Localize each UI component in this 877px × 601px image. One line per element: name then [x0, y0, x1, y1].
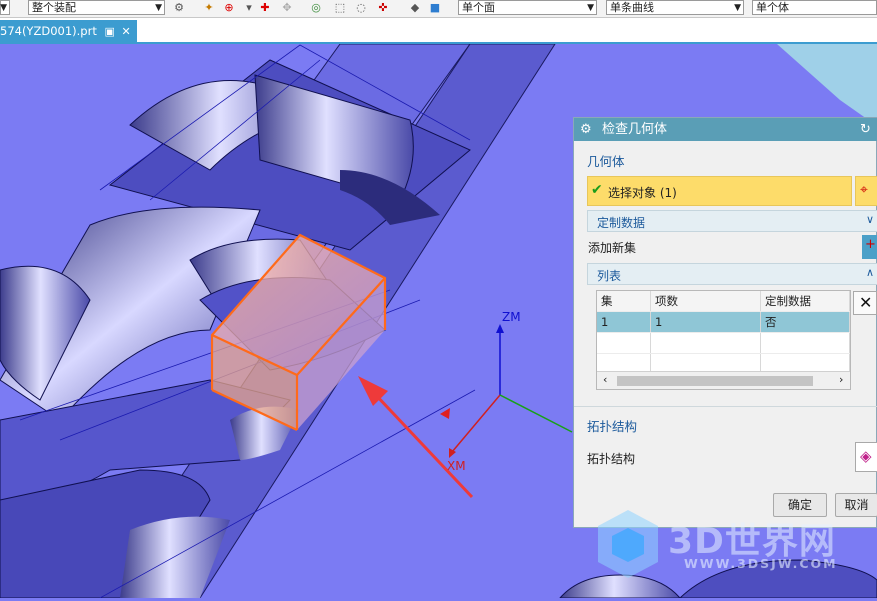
filter-icon[interactable]: ⚙	[172, 1, 186, 14]
gear-icon: ⚙	[580, 122, 592, 137]
topology-check-button[interactable]: ◈	[855, 442, 877, 472]
table-header-row: 集 项数 定制数据	[597, 291, 850, 312]
point-dialog-icon[interactable]: ⊕	[222, 1, 236, 14]
topology-mesh-icon: ◈	[860, 447, 872, 465]
add-set-icon: +	[865, 237, 876, 252]
col-header-count: 项数	[650, 291, 761, 312]
remove-set-button[interactable]: ✕	[853, 291, 877, 315]
list-section-label: 列表	[597, 269, 622, 283]
annotation-arrow	[358, 376, 474, 499]
selection-toolbar: ▼ 整个装配 ▼ ⚙ ✦ ⊕ ▾ ✚ ✥ ◎ ⬚ ◌ ✜ ◆ ■ 单个面 ▼ 单条曲…	[0, 0, 877, 18]
end-point-icon[interactable]: ✚	[258, 1, 272, 14]
table-row-empty	[597, 332, 850, 354]
select-object-label: 选择对象 (1)	[608, 186, 677, 200]
chevron-down-icon: ▼	[587, 3, 594, 13]
chevron-down-icon: ∨	[866, 213, 875, 226]
table-row[interactable]: 1 1 否	[597, 311, 850, 333]
chevron-down-icon: ▼	[734, 3, 741, 13]
coordinate-triad	[449, 324, 573, 458]
document-tab-label: 574(YZD001).prt	[0, 24, 97, 38]
set-list-table[interactable]: 集 项数 定制数据 1 1 否 ‹ ›	[596, 290, 851, 390]
mid-point-icon[interactable]: ✥	[280, 1, 294, 14]
topology-section-header[interactable]: 拓扑结构	[587, 416, 637, 435]
snap-point-icon[interactable]: ✦	[202, 1, 216, 14]
lasso-select-icon[interactable]: ◌	[354, 1, 368, 14]
crosshair-select-button[interactable]: ⌖	[855, 176, 877, 206]
cube-logo-icon	[598, 510, 658, 578]
chevron-down-icon: ▼	[155, 3, 162, 13]
add-new-set-label: 添加新集	[588, 241, 637, 255]
scroll-right-icon[interactable]: ›	[839, 373, 843, 386]
select-object-row[interactable]: ✔ 选择对象 (1)	[587, 176, 852, 206]
red-marker	[440, 408, 450, 419]
close-icon: ✕	[859, 293, 873, 312]
body-rule-value: 单个体	[756, 1, 789, 14]
curve-rule-value: 单条曲线	[610, 1, 654, 14]
cell-custom-data: 否	[760, 311, 850, 333]
body-rule-combo[interactable]: 单个体	[752, 0, 877, 15]
face-rule-value: 单个面	[462, 1, 495, 14]
custom-data-header[interactable]: 定制数据 ∨	[587, 210, 877, 232]
col-header-set: 集	[597, 291, 651, 312]
assembly-filter-combo[interactable]: 整个装配 ▼	[28, 0, 165, 15]
list-section-header[interactable]: 列表 ∧	[587, 263, 877, 285]
document-icon: ▣	[104, 25, 115, 38]
solid-body-icon[interactable]: ■	[428, 1, 442, 14]
assembly-filter-value: 整个装配	[32, 1, 76, 14]
custom-data-label: 定制数据	[597, 216, 646, 230]
horizontal-scrollbar[interactable]: ‹ ›	[597, 371, 850, 389]
select-edge-icon[interactable]: ✜	[376, 1, 390, 14]
cell-set: 1	[597, 311, 651, 333]
face-rule-combo[interactable]: 单个面 ▼	[458, 0, 597, 15]
shaded-view-icon[interactable]: ◆	[408, 1, 422, 14]
type-filter-combo[interactable]: ▼	[0, 0, 10, 15]
col-header-custom-data: 定制数据	[760, 291, 850, 312]
document-tab[interactable]: 574(YZD001).prt ▣ ✕	[0, 20, 137, 42]
dialog-title: 检查几何体	[602, 122, 668, 137]
scrollbar-thumb[interactable]	[617, 376, 813, 386]
curve-rule-combo[interactable]: 单条曲线 ▼	[606, 0, 744, 15]
scroll-left-icon[interactable]: ‹	[603, 373, 607, 386]
add-new-set-button[interactable]: +	[862, 235, 877, 259]
topology-label: 拓扑结构	[587, 452, 636, 466]
watermark-logo	[596, 508, 660, 580]
chevron-up-icon: ∧	[866, 266, 875, 279]
watermark-url: WWW.3DSJW.COM	[684, 556, 838, 571]
dialog-title-bar: ⚙ 检查几何体 ↻	[574, 118, 877, 141]
background-region	[777, 44, 877, 126]
cancel-button[interactable]: 取消	[835, 493, 877, 517]
check-geometry-dialog: ⚙ 检查几何体 ↻ 几何体 ✔ 选择对象 (1) ⌖ 定制数据 ∨ 添加新集 +…	[573, 117, 877, 528]
select-all-icon[interactable]: ◎	[309, 1, 323, 14]
reset-icon[interactable]: ↻	[860, 118, 871, 141]
close-icon[interactable]: ✕	[122, 25, 131, 38]
zm-axis-label: ZM	[502, 310, 521, 324]
section-divider	[574, 406, 877, 407]
xm-axis-label: XM	[447, 459, 466, 473]
rectangle-select-icon[interactable]: ⬚	[333, 1, 347, 14]
geometry-section-header[interactable]: 几何体	[587, 151, 625, 170]
dropdown-icon[interactable]: ▾	[242, 1, 256, 14]
crosshair-icon: ⌖	[860, 182, 868, 198]
checkmark-icon: ✔	[591, 182, 603, 198]
cell-count: 1	[650, 311, 761, 333]
lower-left-fillet	[120, 516, 230, 598]
